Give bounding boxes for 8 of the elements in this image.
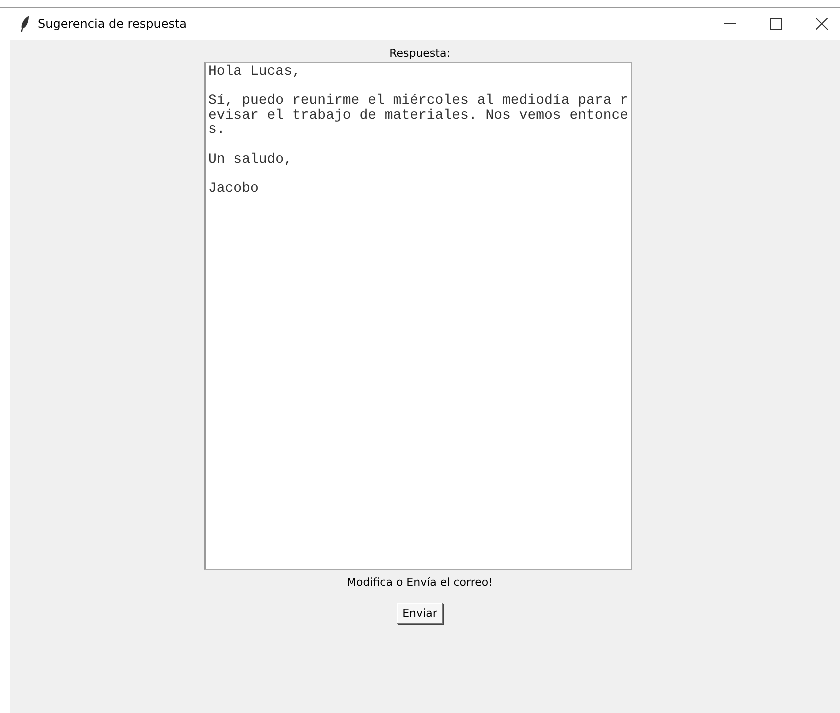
maximize-icon[interactable] <box>770 18 782 30</box>
reply-label: Respuesta: <box>390 46 450 62</box>
hint-text: Modifica o Envía el correo! <box>346 575 494 591</box>
close-icon[interactable] <box>816 18 828 30</box>
feather-icon <box>20 16 30 32</box>
reply-text-area[interactable]: Hola Lucas, Sí, puedo reunirme el miércoles al mediodía para revisar el trabajo de materiales. Nos vemos entonces. Un saludo, Jacobo <box>204 62 632 570</box>
window-title: Sugerencia de respuesta <box>38 17 188 31</box>
send-button[interactable]: Enviar <box>396 603 444 624</box>
